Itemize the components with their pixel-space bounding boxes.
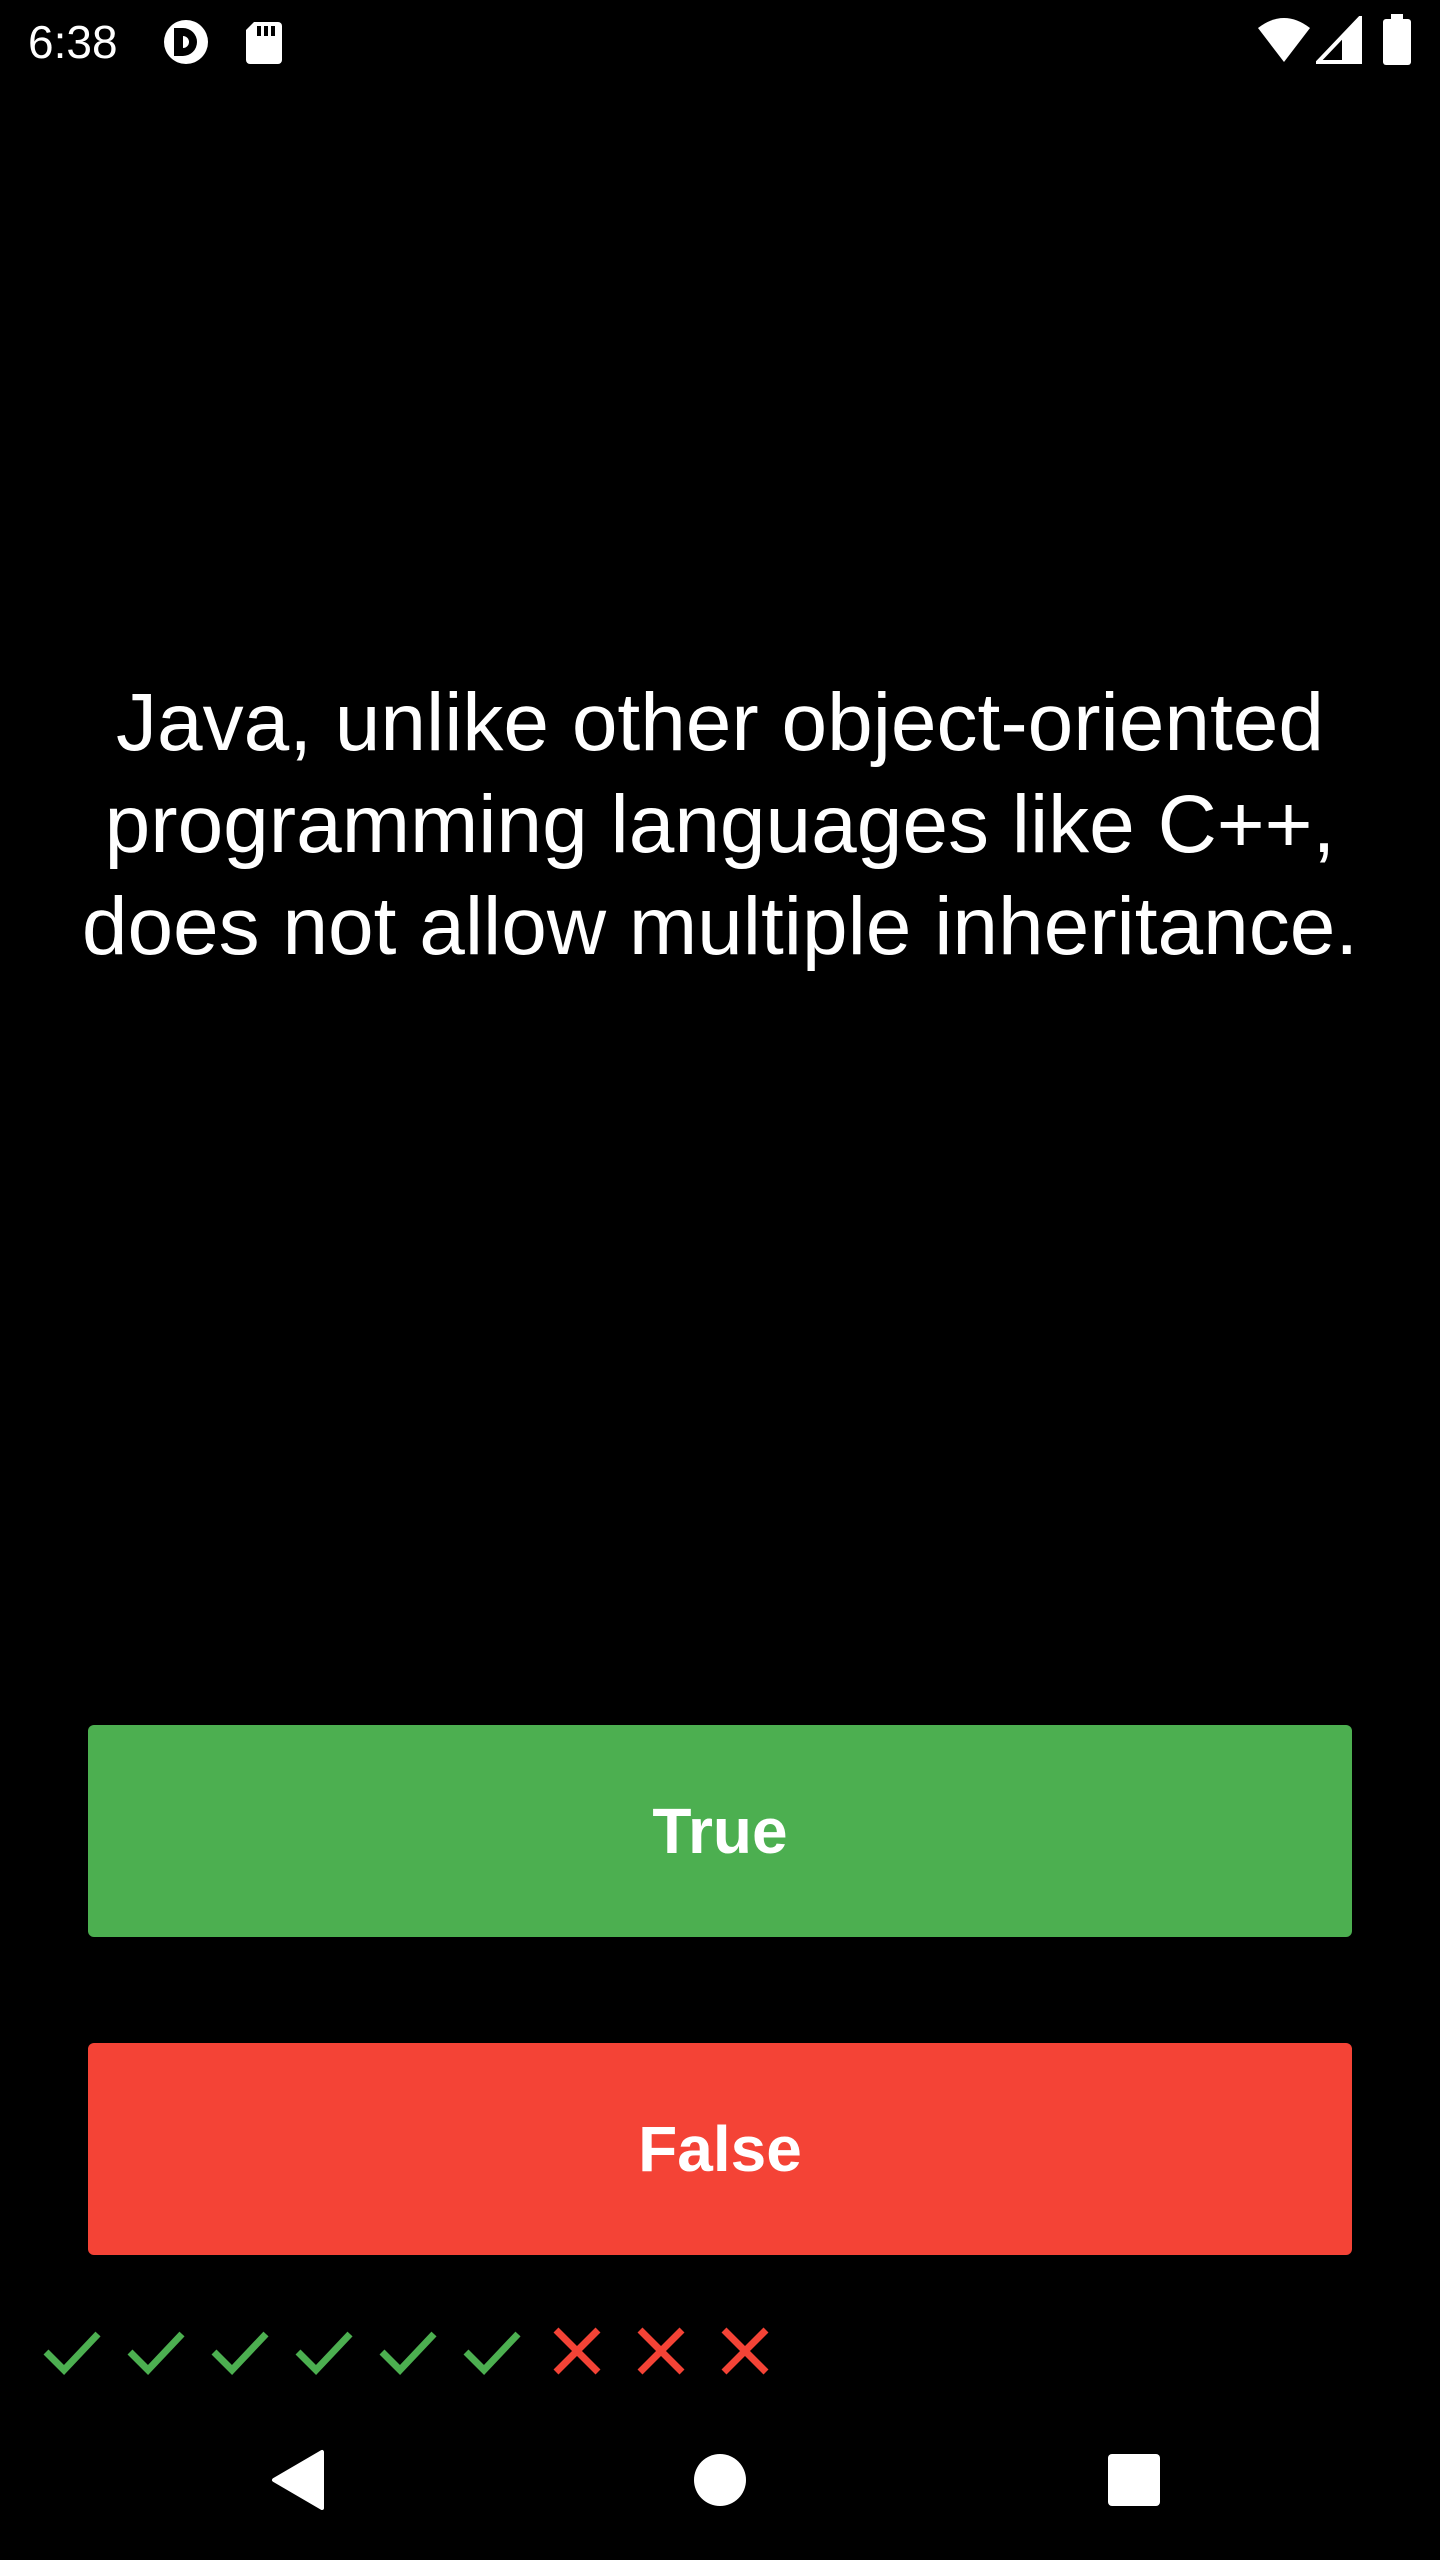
navigation-bar (0, 2400, 1440, 2560)
recents-icon (1108, 2454, 1160, 2506)
false-button-label: False (638, 2113, 802, 2185)
cross-icon (630, 2318, 690, 2384)
status-time: 6:38 (28, 16, 118, 68)
score-tracker (42, 2318, 774, 2384)
check-icon (42, 2318, 102, 2384)
check-icon (462, 2318, 522, 2384)
true-button[interactable]: True (88, 1725, 1352, 1937)
wifi-icon (1256, 16, 1312, 64)
check-icon (294, 2318, 354, 2384)
app-notification-icon (160, 18, 216, 66)
false-button[interactable]: False (88, 2043, 1352, 2255)
recents-button[interactable] (1094, 2440, 1174, 2520)
check-icon (210, 2318, 270, 2384)
sd-card-icon (244, 18, 284, 66)
battery-icon (1382, 14, 1412, 65)
home-button[interactable] (680, 2440, 760, 2520)
back-button[interactable] (258, 2440, 338, 2520)
check-icon (378, 2318, 438, 2384)
back-icon (272, 2450, 324, 2510)
status-bar: 6:38 (0, 0, 1440, 84)
cross-icon (546, 2318, 606, 2384)
cross-icon (714, 2318, 774, 2384)
home-icon (694, 2454, 746, 2506)
cellular-signal-icon (1316, 16, 1362, 64)
question-text: Java, unlike other object-oriented progr… (81, 677, 1359, 972)
true-button-label: True (652, 1795, 788, 1867)
check-icon (126, 2318, 186, 2384)
